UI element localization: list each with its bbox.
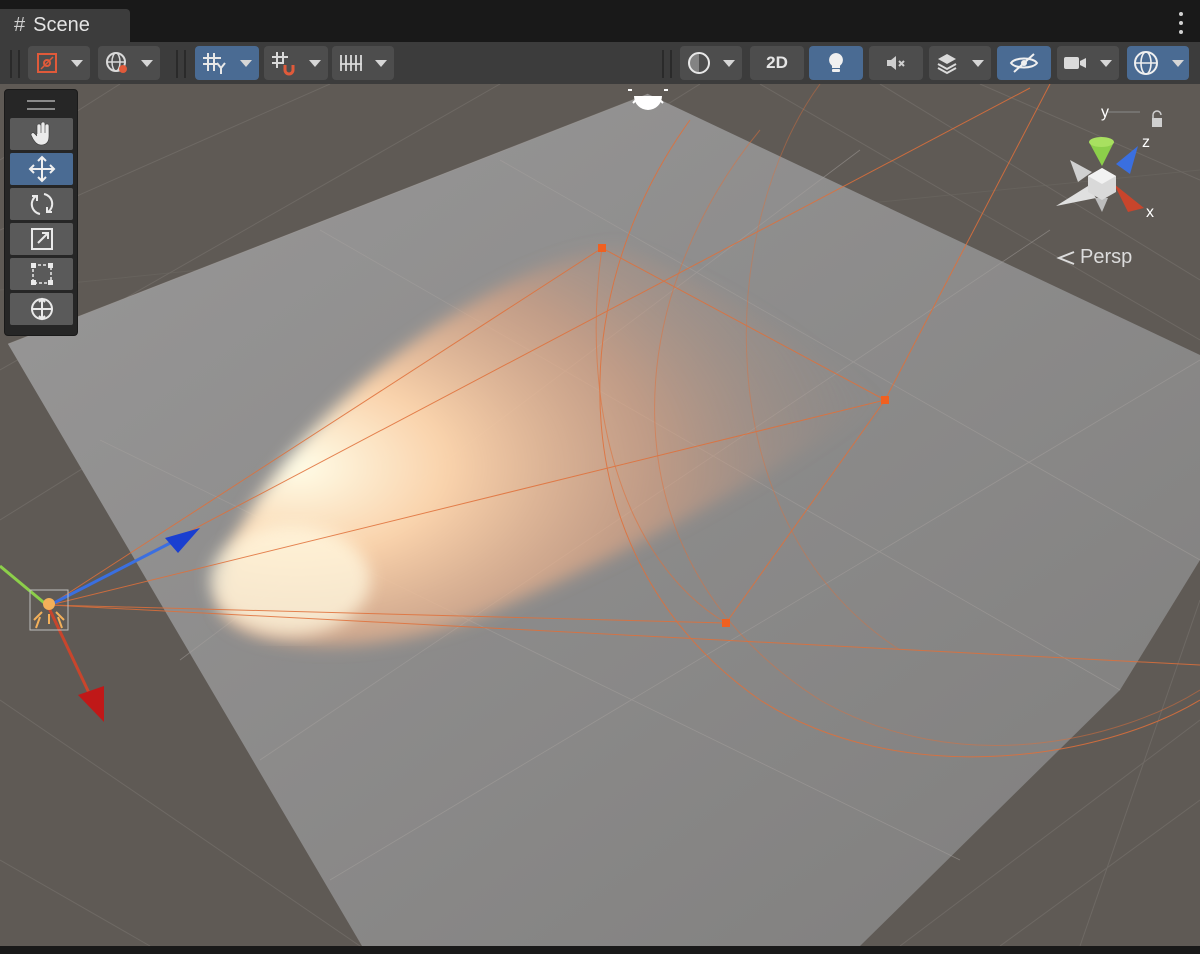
audio-toggle[interactable]: [869, 46, 923, 80]
toolbar-grip[interactable]: [176, 50, 186, 78]
grid-snapping-button[interactable]: [264, 46, 302, 80]
layers-icon: [937, 54, 957, 75]
x-axis-label: x: [1146, 204, 1154, 221]
scale-icon: [30, 228, 53, 250]
rect-transform-icon: [30, 263, 53, 285]
hand-tool[interactable]: [10, 118, 73, 150]
scale-tool[interactable]: [10, 223, 73, 255]
grid-visibility-button[interactable]: [195, 46, 233, 80]
scene-toolbar: 2D: [0, 42, 1200, 84]
camera-dropdown[interactable]: [1093, 46, 1119, 80]
bottom-border: [0, 946, 1200, 954]
x-axis-arrow[interactable]: [78, 686, 104, 722]
shading-mode-dropdown[interactable]: [716, 46, 742, 80]
transform-tool[interactable]: [10, 293, 73, 325]
scene-viewport[interactable]: y z x: [0, 84, 1200, 946]
global-local-dropdown[interactable]: [134, 46, 160, 80]
range-handle-right[interactable]: [881, 396, 889, 404]
2d-toggle[interactable]: 2D: [750, 46, 804, 80]
move-arrows-icon: [28, 155, 55, 183]
grid-y-icon: [203, 53, 226, 74]
toolbar-grip[interactable]: [662, 50, 672, 78]
tab-bar: # Scene: [0, 0, 1200, 42]
eye-off-icon: [1009, 53, 1039, 73]
range-handle-bottom[interactable]: [722, 619, 730, 627]
gizmos-dropdown[interactable]: [1165, 46, 1189, 80]
projection-label: Persp: [1080, 246, 1133, 268]
x-axis-cone[interactable]: [1114, 184, 1144, 212]
hash-grid-icon: #: [14, 14, 26, 36]
gizmo-sphere-icon: [1134, 51, 1158, 75]
shading-mode-button[interactable]: [680, 46, 718, 80]
range-handle-top[interactable]: [598, 244, 606, 252]
effects-button[interactable]: [929, 46, 965, 80]
rect-tool[interactable]: [10, 258, 73, 290]
lighting-toggle[interactable]: [809, 46, 863, 80]
hand-icon: [30, 121, 49, 146]
grid-visibility-dropdown[interactable]: [233, 46, 259, 80]
tab-label: Scene: [33, 14, 90, 36]
z-axis-cone[interactable]: [1116, 146, 1138, 174]
ruler-icon: [340, 55, 362, 71]
perspective-icon: [1056, 250, 1075, 265]
rotate-icon: [30, 193, 53, 215]
camera-button[interactable]: [1057, 46, 1093, 80]
y-axis-label: y: [1101, 104, 1109, 121]
toolbar-grip[interactable]: [10, 50, 20, 78]
effects-dropdown[interactable]: [965, 46, 991, 80]
scene-canvas[interactable]: [0, 84, 1200, 946]
draw-mode-icon: [37, 53, 57, 73]
more-options-icon[interactable]: [1178, 12, 1184, 34]
spot-light-icon[interactable]: [43, 598, 55, 610]
increment-snap-dropdown[interactable]: [368, 46, 394, 80]
video-camera-icon: [1064, 57, 1086, 69]
speaker-mute-icon: [887, 56, 905, 70]
neg-y-cone[interactable]: [1095, 198, 1108, 212]
hidden-objects-toggle[interactable]: [997, 46, 1051, 80]
grid-snapping-dropdown[interactable]: [302, 46, 328, 80]
overlay-drag-handle[interactable]: [27, 100, 55, 110]
transform-icon: [30, 297, 53, 321]
gizmos-button[interactable]: [1127, 46, 1165, 80]
draw-mode-button[interactable]: [28, 46, 66, 80]
tools-overlay: [4, 89, 78, 336]
globe-icon: [106, 52, 127, 73]
orientation-gizmo[interactable]: [1040, 100, 1190, 240]
z-axis-label: z: [1142, 134, 1150, 151]
increment-snap-button[interactable]: [332, 46, 370, 80]
global-local-button[interactable]: [98, 46, 136, 80]
y-axis-handle[interactable]: [0, 564, 49, 608]
projection-toggle[interactable]: Persp: [1056, 246, 1132, 269]
grid-snap-icon: [272, 52, 295, 76]
lightbulb-icon: [829, 53, 843, 72]
rotate-tool[interactable]: [10, 188, 73, 220]
tab-scene[interactable]: # Scene: [0, 9, 130, 42]
lock-icon[interactable]: [1152, 118, 1162, 127]
draw-mode-dropdown[interactable]: [64, 46, 90, 80]
sphere-shading-icon: [688, 52, 710, 74]
move-tool[interactable]: [10, 153, 73, 185]
